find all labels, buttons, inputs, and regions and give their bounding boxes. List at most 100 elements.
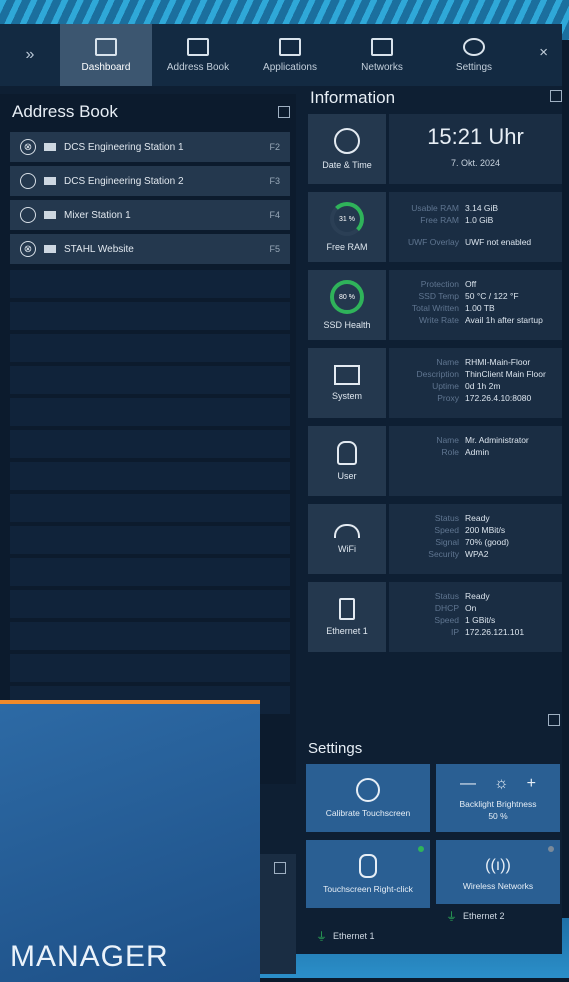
address-book-row[interactable]: ⊗ DCS Engineering Station 1 F2	[10, 132, 290, 162]
user-tile: User	[308, 426, 386, 496]
ram-row: 31 % Free RAM Usable RAM 3.14 GiB Free RA…	[308, 192, 562, 262]
empty-slot	[10, 494, 290, 522]
tab-settings[interactable]: Settings	[428, 24, 520, 86]
kv-value: 1.0 GiB	[465, 215, 494, 225]
empty-slot	[10, 558, 290, 586]
kv-row: Speed 200 MBit/s	[389, 524, 562, 536]
popout-icon[interactable]	[274, 862, 286, 874]
kv-row: Description ThinClient Main Floor	[389, 368, 562, 380]
tab-label: Dashboard	[81, 61, 131, 73]
settings-title: Settings	[308, 740, 363, 757]
calibrate-touchscreen-button[interactable]: Calibrate Touchscreen	[306, 764, 430, 832]
kv-row: Name RHMI-Main-Floor	[389, 356, 562, 368]
popout-icon[interactable]	[550, 90, 562, 102]
row-key: F5	[269, 244, 280, 254]
kv-value: 1.00 TB	[465, 303, 495, 313]
brightness-label: Backlight Brightness	[459, 799, 537, 809]
row-name: Mixer Station 1	[64, 209, 131, 221]
tab-dashboard[interactable]: Dashboard	[60, 24, 152, 86]
ssd-label: SSD Health	[323, 320, 371, 330]
kv-key: Free RAM	[420, 215, 459, 225]
popout-icon[interactable]	[278, 106, 290, 118]
kv-key: SSD Temp	[418, 291, 459, 301]
kv-key: Proxy	[437, 393, 459, 403]
ethernet-label: Ethernet 1	[326, 626, 368, 636]
kv-value: Avail 1h after startup	[465, 315, 543, 325]
datetime-label: Date & Time	[322, 160, 372, 170]
kv-row: Status Ready	[389, 590, 562, 602]
close-circle-icon[interactable]: ⊗	[20, 241, 36, 257]
crosshair-icon	[356, 778, 380, 802]
kv-value: 50 °C / 122 °F	[465, 291, 519, 301]
kv-row: Protection Off	[389, 278, 562, 290]
radio-icon[interactable]	[20, 173, 36, 189]
address-book-row[interactable]: DCS Engineering Station 2 F3	[10, 166, 290, 196]
kv-row: Total Written 1.00 TB	[389, 302, 562, 314]
kv-key: Signal	[435, 537, 459, 547]
tab-applications[interactable]: Applications	[244, 24, 336, 86]
touchscreen-right-click-button[interactable]: Touchscreen Right-click	[306, 840, 430, 908]
address-book-title: Address Book	[12, 102, 118, 121]
wireless-networks-button[interactable]: ((ı)) Wireless Networks	[436, 840, 560, 908]
wifi-body: Status Ready Speed 200 MBit/s Signal 70% (g…	[389, 504, 562, 574]
close-circle-icon[interactable]: ⊗	[20, 139, 36, 155]
information-title: Information	[310, 88, 396, 107]
row-name: STAHL Website	[64, 243, 134, 255]
kv-key: Total Written	[411, 303, 459, 313]
tile-label: Touchscreen Right-click	[323, 884, 413, 894]
kv-key: Role	[441, 447, 459, 457]
tab-address-book[interactable]: Address Book	[152, 24, 244, 86]
ethernet-tile: Ethernet 1	[308, 582, 386, 652]
wifi-tile: WiFi	[308, 504, 386, 574]
ssd-tile: 80 % SSD Health	[308, 270, 386, 340]
kv-key: Speed	[434, 615, 459, 625]
kv-row: Signal 70% (good)	[389, 536, 562, 548]
system-label: System	[331, 391, 362, 401]
kv-key: Status	[434, 513, 459, 523]
address-book-row[interactable]: Mixer Station 1 F4	[10, 200, 290, 230]
kv-value: 172.26.4.10:8080	[465, 393, 532, 403]
kv-value: WPA2	[465, 549, 489, 559]
address-book-row[interactable]: ⊗ STAHL Website F5	[10, 234, 290, 264]
kv-row: Speed 1 GBit/s	[389, 614, 562, 626]
address-book-panel: Address Book ⊗ DCS Engineering Station 1…	[0, 94, 296, 784]
kv-row: Write Rate Avail 1h after startup	[389, 314, 562, 326]
kv-key: DHCP	[434, 603, 459, 613]
kv-key: Security	[428, 549, 459, 559]
close-button[interactable]: ×	[539, 44, 548, 61]
kv-value: 70% (good)	[465, 537, 509, 547]
kv-row: Status Ready	[389, 512, 562, 524]
gear-icon	[463, 37, 485, 56]
datetime-row: Date & Time 15:21 Uhr 7. Okt. 2024	[308, 114, 562, 184]
expand-button[interactable]: »	[0, 24, 60, 86]
radio-icon[interactable]	[20, 207, 36, 223]
system-body: Name RHMI-Main-Floor Description ThinClien…	[389, 348, 562, 418]
brightness-increase-button[interactable]: +	[527, 775, 536, 793]
ram-tile: 31 % Free RAM	[308, 192, 386, 262]
kv-row: Uptime 0d 1h 2m	[389, 380, 562, 392]
datetime-body: 15:21 Uhr 7. Okt. 2024	[389, 114, 562, 184]
popout-icon[interactable]	[548, 714, 560, 726]
brightness-decrease-button[interactable]: —	[460, 775, 476, 793]
brand-text: MANAGER	[10, 940, 169, 973]
backlight-brightness-control[interactable]: — ☼ + Backlight Brightness 50 %	[436, 764, 560, 832]
empty-slot	[10, 430, 290, 458]
ethernet-body: Status Ready DHCP On Speed 1 GBit/s IP 172.2…	[389, 582, 562, 652]
row-name: DCS Engineering Station 1	[64, 141, 184, 153]
applications-icon	[279, 37, 301, 56]
kv-value: UWF not enabled	[465, 237, 532, 247]
empty-slot	[10, 654, 290, 682]
ssd-row: 80 % SSD Health Protection Off SSD Temp 50…	[308, 270, 562, 340]
empty-slot	[10, 270, 290, 298]
tab-networks[interactable]: Networks	[336, 24, 428, 86]
ram-body: Usable RAM 3.14 GiB Free RAM 1.0 GiB UWF O…	[389, 192, 562, 262]
kv-value: RHMI-Main-Floor	[465, 357, 531, 367]
kv-value: 3.14 GiB	[465, 203, 499, 213]
kv-row: Proxy 172.26.4.10:8080	[389, 392, 562, 404]
system-row: System Name RHMI-Main-Floor Description Th…	[308, 348, 562, 418]
wifi-icon	[334, 524, 360, 538]
ethernet-2-status: ⏚ Ethernet 2	[436, 904, 562, 928]
ram-gauge-icon: 31 %	[330, 202, 364, 236]
empty-slot	[10, 334, 290, 362]
networks-icon	[371, 37, 393, 56]
